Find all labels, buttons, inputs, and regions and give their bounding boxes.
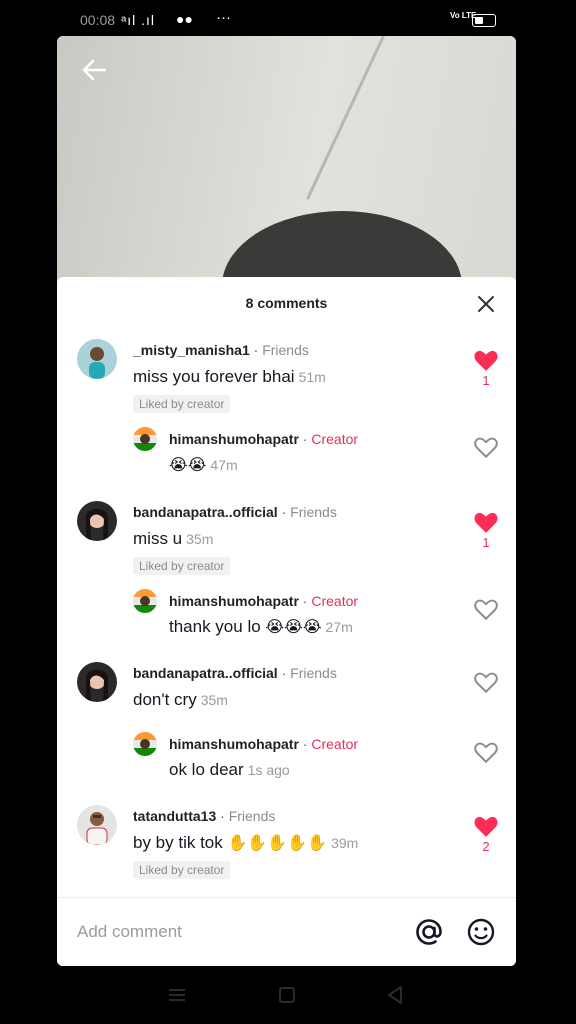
crying-emoji: 😭😭😭 [265, 619, 322, 636]
friends-tag: Friends [290, 665, 337, 681]
battery-icon [472, 14, 496, 27]
heart-outline-icon[interactable] [473, 597, 499, 621]
comment-time: 35m [186, 531, 214, 547]
avatar[interactable] [77, 662, 117, 702]
add-comment-input[interactable]: Add comment [77, 922, 182, 942]
like-count: 2 [482, 839, 490, 854]
back-arrow-icon[interactable] [75, 50, 115, 90]
avatar[interactable] [77, 501, 117, 541]
comment-time: 47m [210, 457, 238, 473]
comment-username[interactable]: _misty_manisha1 [133, 342, 250, 358]
creator-tag: Creator [311, 593, 359, 609]
comment-time: 27m [325, 619, 353, 635]
comment-username[interactable]: himanshumohapatr [169, 736, 299, 752]
friends-tag: Friends [262, 342, 309, 358]
comment-username[interactable]: bandanapatra..official [133, 665, 278, 681]
comment-time: 39m [331, 835, 359, 851]
avatar[interactable] [133, 732, 157, 756]
friends-tag: Friends [290, 504, 337, 520]
video-shadow [306, 36, 385, 200]
like-count: 1 [482, 535, 490, 550]
heart-outline-icon[interactable] [473, 740, 499, 764]
raised-hand-emoji: ✋✋✋✋✋ [227, 835, 328, 852]
avatar[interactable] [133, 589, 157, 613]
emoji-icon[interactable] [465, 916, 497, 948]
system-nav-bar [0, 966, 576, 1024]
like-count: 1 [482, 373, 490, 388]
liked-by-creator-badge: Liked by creator [133, 557, 231, 575]
comment-text: ok lo dear [169, 760, 244, 779]
comment-username[interactable]: tatandutta13 [133, 808, 216, 824]
comment-time: 51m [298, 369, 326, 385]
app-window: 8 comments _misty_manisha1 · Friends mis… [57, 36, 516, 966]
creator-tag: Creator [311, 736, 359, 752]
heart-icon[interactable] [473, 814, 499, 838]
menu-icon[interactable] [165, 984, 189, 1006]
video-frame [57, 36, 516, 361]
comment-username[interactable]: himanshumohapatr [169, 593, 299, 609]
liked-by-creator-badge: Liked by creator [133, 395, 231, 413]
heart-icon[interactable] [473, 348, 499, 372]
comment-input-bar: Add comment [57, 897, 516, 966]
close-icon[interactable] [473, 291, 499, 317]
more-notifications-icon: ··· [216, 9, 231, 26]
liked-by-creator-badge: Liked by creator [133, 861, 231, 879]
status-time: 00:08 [80, 12, 116, 28]
comments-sheet: 8 comments _misty_manisha1 · Friends mis… [57, 277, 516, 966]
comment-time: 35m [200, 692, 228, 708]
comment-text: thank you lo [169, 617, 261, 636]
back-triangle-icon[interactable] [384, 984, 408, 1006]
home-square-icon[interactable] [275, 984, 299, 1006]
status-bar: 00:08 ᵃıl .ıl ●● ··· Vo LTE [0, 0, 576, 40]
signal-icon: ᵃıl .ıl [121, 12, 155, 28]
comment-time: 1s ago [247, 762, 290, 778]
comment-username[interactable]: himanshumohapatr [169, 431, 299, 447]
avatar[interactable] [77, 805, 117, 845]
at-sign-icon[interactable] [413, 916, 445, 948]
notification-icons: ●● [176, 11, 193, 27]
heart-icon[interactable] [473, 510, 499, 534]
comment-username[interactable]: bandanapatra..official [133, 504, 278, 520]
heart-outline-icon[interactable] [473, 670, 499, 694]
comment-text: miss you forever bhai [133, 367, 295, 386]
avatar[interactable] [77, 339, 117, 379]
heart-outline-icon[interactable] [473, 435, 499, 459]
comment-text: by by tik tok [133, 833, 223, 852]
comment-text: don't cry [133, 690, 197, 709]
friends-tag: Friends [228, 808, 276, 824]
creator-tag: Creator [311, 431, 359, 447]
comment-text: miss u [133, 529, 183, 548]
crying-emoji: 😭😭 [169, 457, 207, 474]
avatar[interactable] [133, 427, 157, 451]
comments-count-title: 8 comments [245, 295, 328, 311]
